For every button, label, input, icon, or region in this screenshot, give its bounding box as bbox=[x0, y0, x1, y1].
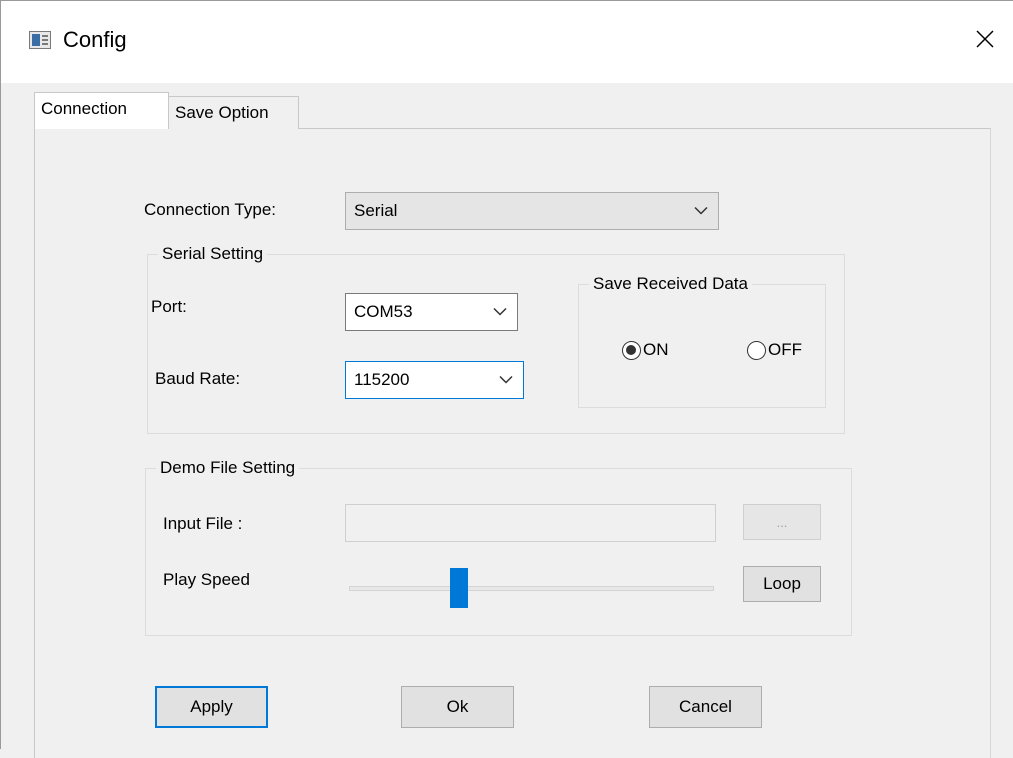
connection-type-value: Serial bbox=[354, 201, 398, 220]
browse-file-button[interactable]: ... bbox=[743, 504, 821, 540]
apply-button[interactable]: Apply bbox=[155, 686, 268, 728]
play-speed-slider-thumb[interactable] bbox=[449, 568, 468, 608]
ok-button[interactable]: Ok bbox=[401, 686, 514, 728]
demo-file-setting-group bbox=[145, 468, 852, 636]
baud-rate-label: Baud Rate: bbox=[155, 369, 241, 388]
tab-connection[interactable]: Connection bbox=[34, 92, 169, 129]
config-dialog: Config Connection Save Option Connection… bbox=[0, 0, 1013, 758]
chevron-down-icon bbox=[493, 307, 507, 316]
baud-rate-value: 115200 bbox=[354, 370, 410, 389]
window-app-icon bbox=[29, 31, 51, 49]
input-file-label: Input File : bbox=[163, 514, 243, 533]
play-speed-slider[interactable] bbox=[349, 586, 714, 591]
chevron-down-icon bbox=[694, 206, 708, 215]
port-label: Port: bbox=[151, 297, 187, 316]
cancel-button[interactable]: Cancel bbox=[649, 686, 762, 728]
demo-file-setting-title: Demo File Setting bbox=[156, 458, 300, 478]
baud-rate-select[interactable]: 115200 bbox=[345, 361, 524, 399]
tab-save-option[interactable]: Save Option bbox=[168, 96, 299, 129]
window-title: Config bbox=[63, 27, 127, 52]
serial-setting-title: Serial Setting bbox=[158, 244, 268, 264]
input-file-field[interactable] bbox=[345, 504, 716, 542]
port-select[interactable]: COM53 bbox=[345, 293, 518, 331]
loop-button[interactable]: Loop bbox=[743, 566, 821, 602]
connection-type-label: Connection Type: bbox=[144, 200, 276, 219]
radio-save-on-label: ON bbox=[643, 340, 669, 359]
radio-save-off[interactable]: OFF bbox=[747, 340, 802, 360]
close-icon bbox=[976, 30, 994, 48]
port-value: COM53 bbox=[354, 302, 413, 321]
play-speed-label: Play Speed bbox=[163, 570, 250, 589]
chevron-down-icon bbox=[499, 375, 513, 384]
save-received-data-title: Save Received Data bbox=[589, 274, 752, 294]
radio-save-on[interactable]: ON bbox=[622, 340, 669, 360]
radio-save-off-label: OFF bbox=[768, 340, 802, 359]
connection-type-select[interactable]: Serial bbox=[345, 192, 719, 230]
title-bar: Config bbox=[1, 1, 1013, 83]
radio-off-indicator bbox=[747, 340, 766, 360]
close-button[interactable] bbox=[963, 19, 1007, 59]
radio-on-indicator bbox=[622, 340, 641, 360]
